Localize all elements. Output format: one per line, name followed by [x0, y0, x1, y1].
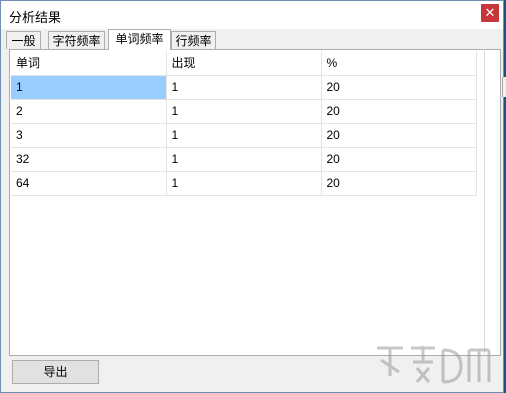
column-header-count[interactable]: 出现	[166, 51, 322, 76]
table-row[interactable]: 2 1 20	[11, 99, 477, 124]
analysis-result-window: 分析结果 ✕ 一般 字符频率 单词频率 行频率 单词 出现 % 1 1 20 2…	[0, 0, 504, 393]
tab-word-frequency[interactable]: 单词频率	[108, 29, 171, 50]
cell-word[interactable]: 1	[11, 75, 167, 100]
window-title: 分析结果	[9, 10, 62, 25]
export-button[interactable]: 导出	[12, 360, 99, 384]
cell-percent[interactable]: 20	[321, 147, 477, 172]
cell-percent[interactable]: 20	[321, 75, 477, 100]
table-row[interactable]: 32 1 20	[11, 147, 477, 172]
cell-percent[interactable]: 20	[321, 99, 477, 124]
cell-count[interactable]: 1	[166, 147, 322, 172]
cell-percent[interactable]: 20	[321, 171, 477, 196]
cell-word[interactable]: 2	[11, 99, 167, 124]
cell-word[interactable]: 3	[11, 123, 167, 148]
column-header-word[interactable]: 单词	[11, 51, 167, 76]
cell-word[interactable]: 32	[11, 147, 167, 172]
close-icon: ✕	[484, 5, 496, 20]
results-table: 单词 出现 % 1 1 20 2 1 20 3 1 20 32 1 20 64 …	[11, 51, 477, 196]
cell-word[interactable]: 64	[11, 171, 167, 196]
table-row[interactable]: 1 1 20	[11, 75, 477, 100]
watermark-logo-icon	[377, 346, 491, 384]
table-row[interactable]: 3 1 20	[11, 123, 477, 148]
column-divider	[484, 51, 485, 354]
table-row[interactable]: 64 1 20	[11, 171, 477, 196]
cell-count[interactable]: 1	[166, 99, 322, 124]
column-header-percent[interactable]: %	[321, 51, 477, 76]
close-button[interactable]: ✕	[481, 4, 499, 22]
cell-count[interactable]: 1	[166, 171, 322, 196]
cell-count[interactable]: 1	[166, 75, 322, 100]
word-frequency-panel: 单词 出现 % 1 1 20 2 1 20 3 1 20 32 1 20 64 …	[9, 49, 501, 356]
tab-char-frequency[interactable]: 字符频率	[48, 31, 105, 49]
cell-count[interactable]: 1	[166, 123, 322, 148]
background-window-edge	[502, 77, 506, 97]
table-header-row: 单词 出现 %	[11, 51, 477, 76]
tab-general[interactable]: 一般	[6, 31, 41, 49]
tab-line-frequency[interactable]: 行频率	[171, 31, 216, 49]
cell-percent[interactable]: 20	[321, 123, 477, 148]
title-bar: 分析结果 ✕	[1, 1, 503, 29]
